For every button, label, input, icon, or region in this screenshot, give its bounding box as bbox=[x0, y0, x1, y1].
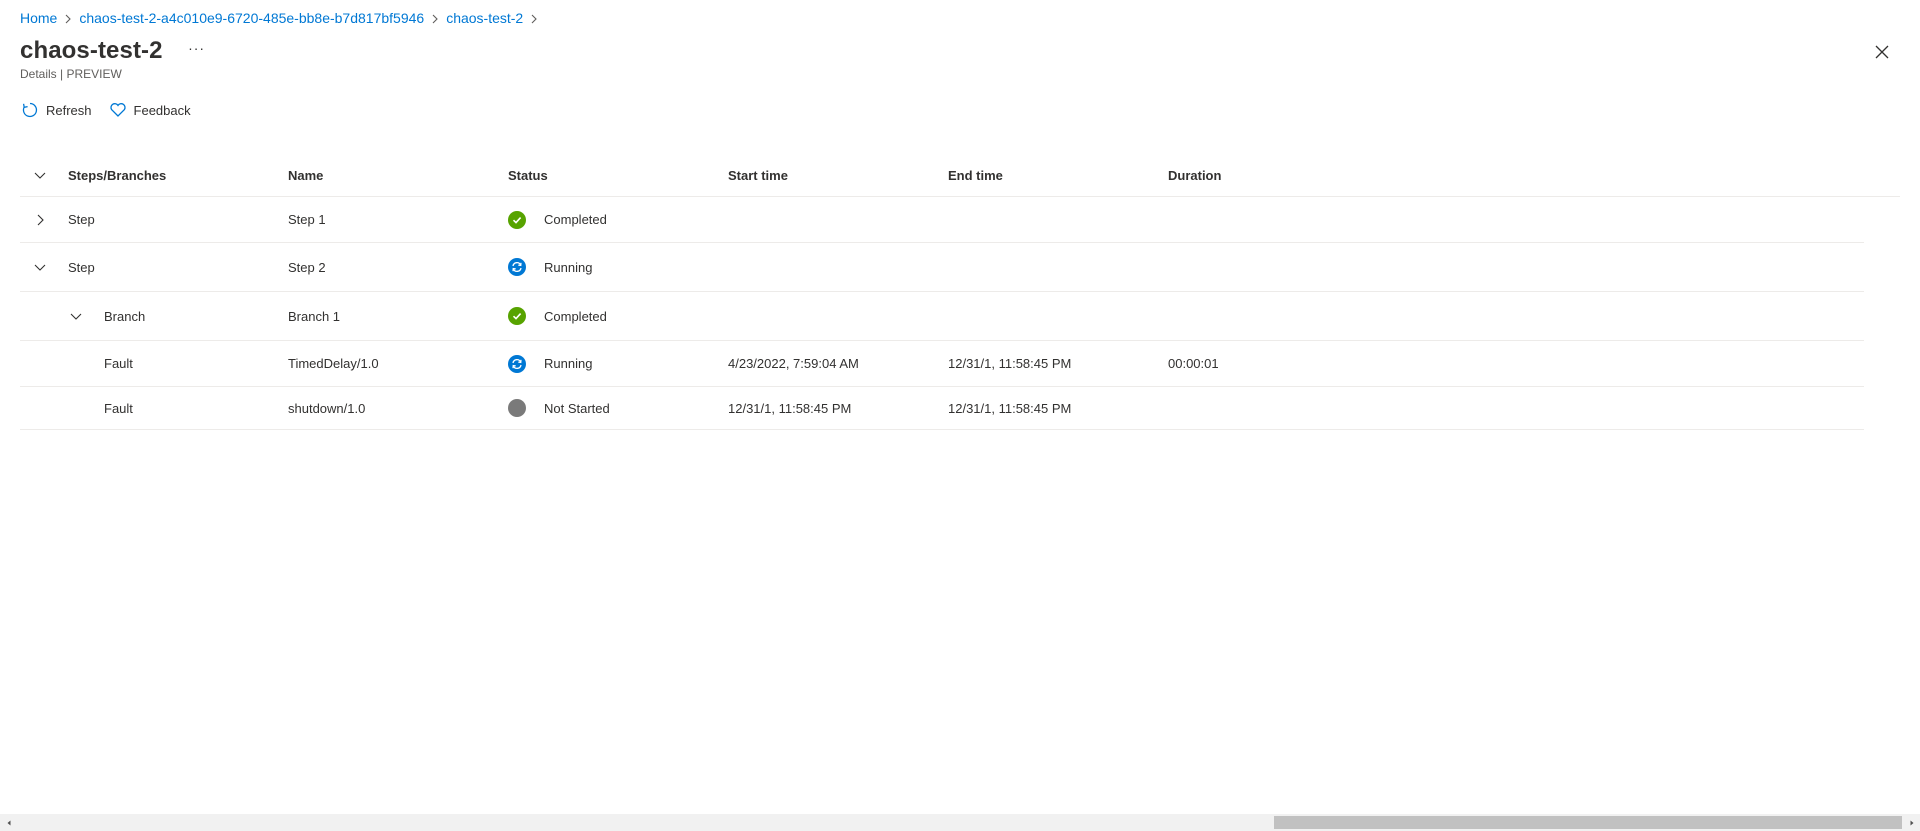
breadcrumb-home[interactable]: Home bbox=[20, 10, 57, 26]
row-status: Completed bbox=[508, 292, 607, 340]
chevron-right-icon bbox=[523, 11, 545, 25]
row-name: TimedDelay/1.0 bbox=[288, 356, 379, 371]
refresh-button[interactable]: Refresh bbox=[20, 98, 92, 122]
row-name: Step 2 bbox=[288, 259, 326, 275]
steps-grid: Steps/Branches Name Status Start time En… bbox=[20, 154, 1900, 430]
table-row[interactable]: Fault TimedDelay/1.0 Running 4/23/2022, … bbox=[20, 341, 1864, 387]
column-header-start-time[interactable]: Start time bbox=[728, 154, 788, 196]
collapse-button[interactable] bbox=[26, 243, 54, 291]
checkmark-icon bbox=[508, 307, 526, 325]
running-icon bbox=[508, 354, 526, 373]
column-header-steps[interactable]: Steps/Branches bbox=[68, 154, 166, 196]
not-started-icon bbox=[508, 399, 526, 417]
scroll-right-button[interactable] bbox=[1903, 814, 1920, 831]
breadcrumb: Home chaos-test-2-a4c010e9-6720-485e-bb8… bbox=[20, 8, 545, 28]
expand-button[interactable] bbox=[26, 197, 54, 242]
row-name: Branch 1 bbox=[288, 308, 341, 324]
running-icon bbox=[508, 258, 526, 276]
breadcrumb-run[interactable]: chaos-test-2 bbox=[446, 10, 523, 26]
column-header-duration[interactable]: Duration bbox=[1168, 154, 1221, 196]
chevron-down-icon bbox=[70, 313, 82, 320]
refresh-label: Refresh bbox=[46, 102, 92, 118]
status-text: Running bbox=[544, 259, 593, 275]
more-options-button[interactable]: ··· bbox=[185, 39, 209, 63]
title-row: chaos-test-2 ··· bbox=[20, 34, 209, 68]
row-start-time: 12/31/1, 11:58:45 PM bbox=[728, 400, 852, 416]
chevron-down-icon bbox=[34, 264, 46, 271]
row-start-time: 4/23/2022, 7:59:04 AM bbox=[728, 356, 859, 371]
collapse-button[interactable] bbox=[62, 292, 90, 340]
horizontal-scrollbar[interactable] bbox=[0, 814, 1920, 831]
status-text: Completed bbox=[544, 212, 607, 227]
feedback-label: Feedback bbox=[133, 102, 191, 118]
close-icon bbox=[1875, 45, 1889, 59]
row-name: shutdown/1.0 bbox=[288, 400, 366, 416]
row-kind: Fault bbox=[104, 356, 133, 371]
row-duration: 00:00:01 bbox=[1168, 356, 1219, 371]
row-end-time: 12/31/1, 11:58:45 PM bbox=[948, 356, 1072, 371]
table-row[interactable]: Step Step 1 Completed bbox=[20, 197, 1864, 243]
chevron-right-icon bbox=[424, 11, 446, 25]
collapse-all-button[interactable] bbox=[26, 154, 54, 196]
page-subtitle: Details | PREVIEW bbox=[20, 67, 122, 81]
scroll-left-button[interactable] bbox=[0, 814, 17, 831]
status-text: Running bbox=[544, 356, 593, 371]
table-row[interactable]: Fault shutdown/1.0 Not Started 12/31/1, … bbox=[20, 387, 1864, 430]
column-header-status[interactable]: Status bbox=[508, 154, 548, 196]
row-kind: Step bbox=[68, 259, 95, 275]
table-row[interactable]: Branch Branch 1 Completed bbox=[20, 292, 1864, 341]
triangle-left-icon bbox=[7, 820, 10, 825]
checkmark-icon bbox=[508, 210, 526, 229]
row-kind: Step bbox=[68, 212, 95, 227]
refresh-icon bbox=[20, 100, 40, 120]
page-title: chaos-test-2 bbox=[20, 37, 163, 64]
close-button[interactable] bbox=[1870, 40, 1894, 64]
column-header-end-time[interactable]: End time bbox=[948, 154, 1003, 196]
row-end-time: 12/31/1, 11:58:45 PM bbox=[948, 400, 1072, 416]
row-name: Step 1 bbox=[288, 212, 326, 227]
chevron-down-icon bbox=[34, 172, 46, 179]
chevron-right-icon bbox=[37, 214, 44, 225]
status-text: Not Started bbox=[544, 400, 610, 416]
toolbar: Refresh Feedback bbox=[20, 98, 207, 122]
feedback-button[interactable]: Feedback bbox=[108, 98, 191, 122]
breadcrumb-experiment[interactable]: chaos-test-2-a4c010e9-6720-485e-bb8e-b7d… bbox=[79, 10, 424, 26]
status-text: Completed bbox=[544, 308, 607, 324]
column-header-name[interactable]: Name bbox=[288, 154, 323, 196]
heart-icon bbox=[108, 100, 128, 120]
row-kind: Branch bbox=[104, 308, 146, 324]
triangle-right-icon bbox=[1910, 820, 1913, 825]
table-row[interactable]: Step Step 2 Running bbox=[20, 243, 1864, 292]
page: Home chaos-test-2-a4c010e9-6720-485e-bb8… bbox=[0, 0, 1920, 831]
row-status: Completed bbox=[508, 197, 607, 242]
row-status: Running bbox=[508, 243, 592, 291]
scrollbar-thumb[interactable] bbox=[1274, 816, 1902, 829]
row-kind: Fault bbox=[104, 400, 133, 416]
grid-header: Steps/Branches Name Status Start time En… bbox=[20, 154, 1900, 197]
chevron-right-icon bbox=[57, 11, 79, 25]
row-status: Running bbox=[508, 341, 592, 386]
row-status: Not Started bbox=[508, 387, 610, 429]
